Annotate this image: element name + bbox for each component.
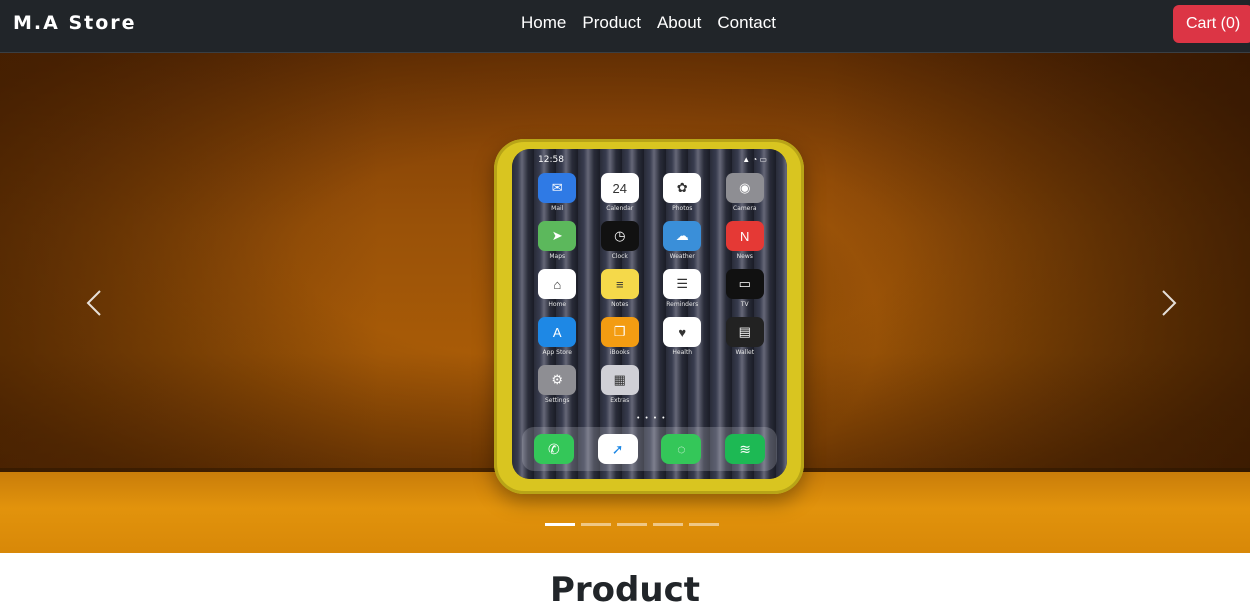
product-section-title: Product [550, 570, 700, 610]
settings-icon: ⚙ [538, 365, 577, 395]
phone-app-label: Weather [669, 253, 695, 260]
phone-app-settings: ⚙ Settings [526, 365, 589, 404]
phone-app-wallet: ▤ Wallet [714, 317, 777, 356]
phone-app-reminders: ☰ Reminders [651, 269, 714, 308]
phone-app-app-store: A App Store [526, 317, 589, 356]
carousel-indicator-3[interactable] [617, 523, 647, 526]
clock-icon: ◷ [600, 221, 639, 251]
phone-app-label: Wallet [735, 349, 755, 356]
carousel-indicator-1[interactable] [545, 523, 575, 526]
reminders-icon: ☰ [663, 269, 702, 299]
phone-app-label: Home [548, 301, 567, 308]
extras-icon: ▦ [600, 365, 639, 395]
health-icon: ♥ [663, 317, 702, 347]
phone-app-label: Maps [549, 253, 566, 260]
phone-icon: ✆ [533, 434, 574, 464]
phone-app-label: App Store [542, 349, 573, 356]
phone-app-label: Camera [732, 205, 757, 212]
phone-app-extras: ▦ Extras [589, 365, 652, 404]
calendar-icon: 24 [600, 173, 639, 203]
phone-app-photos: ✿ Photos [651, 173, 714, 212]
phone-app-label: TV [740, 301, 749, 308]
news-icon: N [725, 221, 764, 251]
notes-icon: ≡ [600, 269, 639, 299]
ibooks-icon: ❐ [600, 317, 639, 347]
carousel-indicator-2[interactable] [581, 523, 611, 526]
camera-icon: ◉ [725, 173, 764, 203]
maps-icon: ➤ [538, 221, 577, 251]
phone-app-mail: ✉ Mail [526, 173, 589, 212]
phone-app-tv: ▭ TV [714, 269, 777, 308]
app-store-icon: A [538, 317, 577, 347]
safari-icon: ➚ [597, 434, 638, 464]
phone-app-clock: ◷ Clock [589, 221, 652, 260]
phone-app-label: Photos [672, 205, 693, 212]
phone-app-calendar: 24 Calendar [589, 173, 652, 212]
carousel-indicator-5[interactable] [689, 523, 719, 526]
phone-app-grid: ✉ Mail 24 Calendar ✿ Photos ◉ Camera ➤ Maps ◷ Clock… [526, 173, 776, 404]
nav-link-contact[interactable]: Contact [709, 13, 784, 33]
nav-link-about[interactable]: About [649, 13, 709, 33]
phone-app-camera: ◉ Camera [714, 173, 777, 212]
phone-app-ibooks: ❐ iBooks [589, 317, 652, 356]
wallet-icon: ▤ [725, 317, 764, 347]
phone-app-label: Mail [551, 205, 564, 212]
phone-app-maps: ➤ Maps [526, 221, 589, 260]
weather-icon: ☁ [663, 221, 702, 251]
nav-links: Home Product About Contact [513, 13, 784, 33]
phone-screen: 12:58 ▲ ◔ ▭ ✉ Mail 24 Calendar ✿ Photos ◉ Camer… [512, 149, 787, 479]
tv-icon: ▭ [725, 269, 764, 299]
phone-app-weather: ☁ Weather [651, 221, 714, 260]
brand-logo[interactable]: M.A Store [13, 12, 137, 34]
messages-icon: ◌ [661, 434, 702, 464]
phone-app-health: ♥ Health [651, 317, 714, 356]
mail-icon: ✉ [538, 173, 577, 203]
phone-dock: ✆ ➚ ◌ ≋ [522, 427, 777, 471]
phone-app-label: Settings [544, 397, 570, 404]
phone-app-label: Reminders [666, 301, 699, 308]
carousel-prev-button[interactable] [80, 283, 110, 323]
phone-app-label: iBooks [609, 349, 630, 356]
phone-app-label: Calendar [606, 205, 634, 212]
phone-page-dots: • • • • [637, 415, 667, 422]
carousel-next-button[interactable] [1153, 283, 1183, 323]
nav-link-home[interactable]: Home [513, 13, 574, 33]
phone-app-label: News [736, 253, 753, 260]
phone-status-time: 12:58 [538, 155, 564, 165]
phone-app-label: Clock [611, 253, 628, 260]
nav-link-product[interactable]: Product [574, 13, 649, 33]
spotify-icon: ≋ [725, 434, 766, 464]
phone-app-notes: ≡ Notes [589, 269, 652, 308]
cart-button[interactable]: Cart (0) [1173, 5, 1250, 43]
carousel-indicator-4[interactable] [653, 523, 683, 526]
phone-status-icons: ▲ ◔ ▭ [742, 155, 767, 164]
phone-app-home: ⌂ Home [526, 269, 589, 308]
phone-app-label: Notes [611, 301, 629, 308]
navbar: M.A Store Home Product About Contact Car… [0, 0, 1250, 53]
hero-carousel: 12:58 ▲ ◔ ▭ ✉ Mail 24 Calendar ✿ Photos ◉ Camer… [0, 53, 1250, 553]
home-icon: ⌂ [538, 269, 577, 299]
chevron-right-icon [1162, 290, 1177, 316]
phone-app-label: Extras [610, 397, 630, 404]
carousel-indicators [545, 523, 719, 526]
photos-icon: ✿ [663, 173, 702, 203]
chevron-left-icon [86, 290, 101, 316]
phone-app-label: Health [672, 349, 693, 356]
phone-app-news: N News [714, 221, 777, 260]
